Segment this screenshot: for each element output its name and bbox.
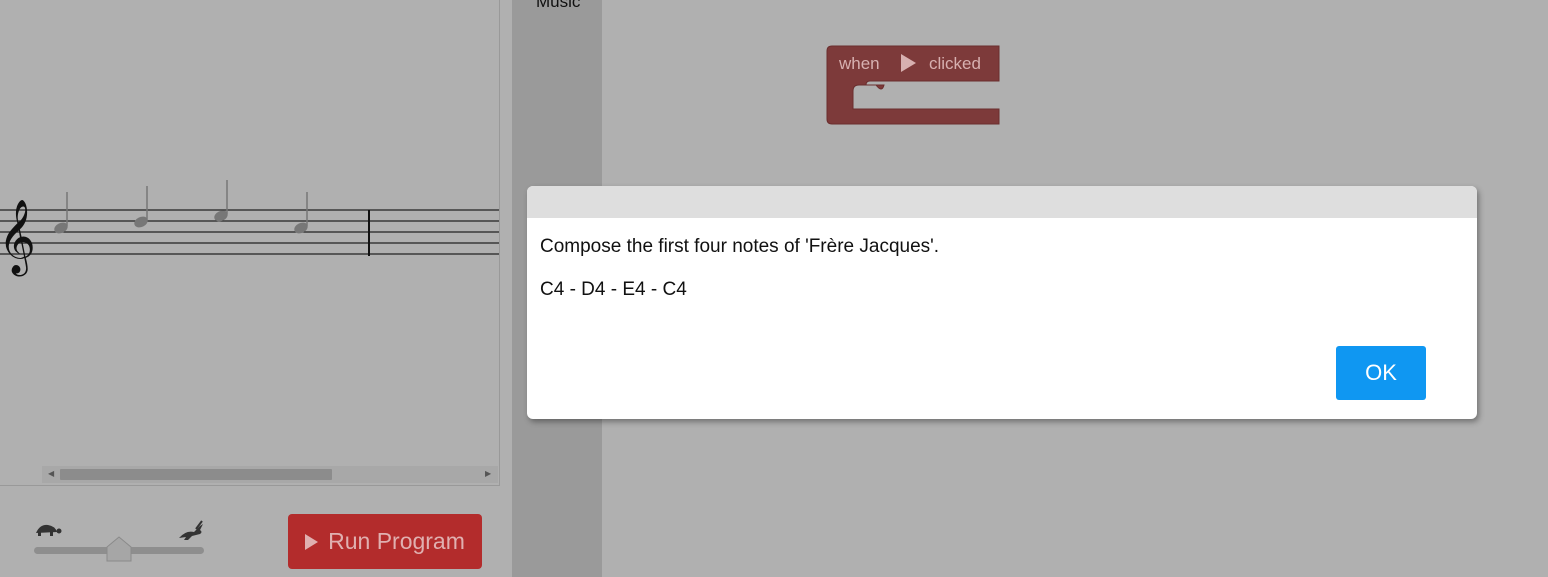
treble-clef-icon: 𝄞 [0,200,36,277]
quarter-note-icon [294,192,308,234]
dialog-notes: C4 - D4 - E4 - C4 [540,279,687,300]
quarter-note-icon [134,186,148,228]
dialog-titlebar[interactable] [527,186,1477,218]
dialog-message: Compose the first four notes of 'Frère J… [540,236,940,257]
music-staff: 𝄞 [0,180,499,277]
slider-handle[interactable] [105,536,133,562]
quarter-note-icon [214,180,228,222]
run-program-button[interactable]: Run Program [288,514,482,569]
scroll-left-icon[interactable]: ◀ [48,470,54,478]
quarter-note-icon [54,192,68,234]
rabbit-icon [179,520,203,540]
ok-button[interactable]: OK [1336,346,1426,400]
when-run-block[interactable]: when clicked [826,45,1002,132]
run-program-label: Run Program [328,528,465,554]
turtle-icon [36,524,62,536]
scroll-right-icon[interactable]: ▶ [485,470,491,478]
scrollbar-thumb[interactable] [60,469,332,480]
toolbox-category-music[interactable]: Music [536,0,580,12]
svg-text:𝄞: 𝄞 [0,200,36,277]
play-icon [305,533,319,550]
music-visualization-panel: 𝄞 ◀ ▶ [0,0,500,486]
block-when-label: when [839,54,880,73]
horizontal-scrollbar[interactable]: ◀ ▶ [42,466,498,483]
instructions-dialog: Compose the first four notes of 'Frère J… [527,186,1477,419]
speed-slider[interactable] [30,518,210,563]
block-clicked-label: clicked [929,54,981,73]
